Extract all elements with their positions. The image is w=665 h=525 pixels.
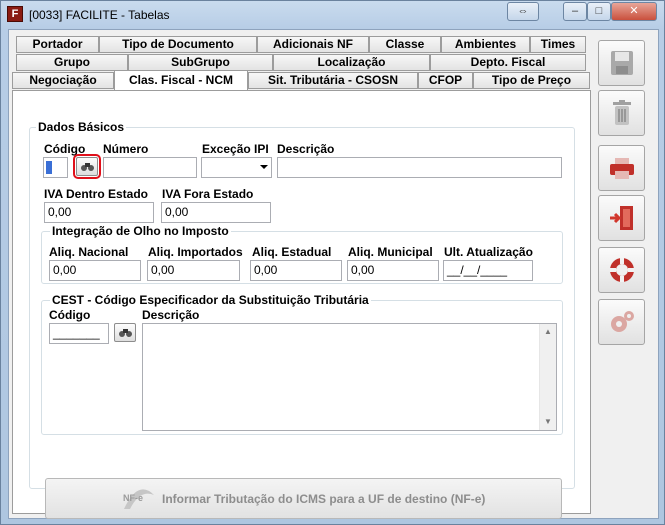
tab-row-2: Grupo SubGrupo Localização Depto. Fiscal	[12, 54, 591, 71]
cest-descricao-textarea[interactable]: ▲ ▼	[142, 323, 557, 431]
save-disk-icon	[611, 51, 633, 75]
tab-negociacao[interactable]: Negociação	[12, 72, 114, 89]
vertical-scrollbar[interactable]: ▲ ▼	[539, 324, 556, 430]
tab-subgrupo[interactable]: SubGrupo	[128, 54, 273, 71]
iva-dentro-label: IVA Dentro Estado	[44, 187, 149, 201]
help-button[interactable]	[598, 247, 645, 293]
save-button[interactable]	[598, 40, 645, 86]
numero-label: Número	[103, 142, 149, 156]
tab-adicionais-nf[interactable]: Adicionais NF	[257, 36, 369, 53]
tab-tipo-preco[interactable]: Tipo de Preço	[473, 72, 590, 89]
trash-icon	[613, 100, 631, 125]
excecao-ipi-label: Exceção IPI	[202, 142, 269, 156]
scroll-up-arrow-icon[interactable]: ▲	[540, 324, 556, 340]
close-button[interactable]: ✕	[611, 2, 657, 21]
iva-fora-input[interactable]: 0,00	[161, 202, 271, 223]
client-area: Portador Tipo de Documento Adicionais NF…	[8, 29, 659, 519]
aliq-municipal-input[interactable]: 0,00	[347, 260, 439, 281]
text-cursor	[46, 161, 52, 174]
tab-ambientes[interactable]: Ambientes	[441, 36, 530, 53]
aliq-municipal-label: Aliq. Municipal	[348, 245, 433, 259]
minimize-button[interactable]: –	[563, 2, 587, 21]
olho-imposto-group: Integração de Olho no Imposto Aliq. Naci…	[41, 224, 563, 284]
settings-gears-icon	[611, 311, 634, 332]
scroll-down-arrow-icon[interactable]: ▼	[540, 414, 556, 430]
iva-fora-label: IVA Fora Estado	[162, 187, 254, 201]
tab-grupo[interactable]: Grupo	[16, 54, 128, 71]
aliq-estadual-label: Aliq. Estadual	[252, 245, 332, 259]
tab-cfop[interactable]: CFOP	[418, 72, 473, 89]
delete-button[interactable]	[598, 90, 645, 136]
application-window: F [0033] FACILITE - Tabelas ⇔ – □ ✕ Port…	[0, 0, 665, 525]
tab-row-1: Portador Tipo de Documento Adicionais NF…	[12, 36, 591, 53]
exit-button[interactable]	[598, 195, 645, 241]
ncm-tab-panel: Dados Básicos Código Número Exceção IPI …	[12, 90, 591, 519]
codigo-label: Código	[44, 142, 86, 156]
informar-icms-label: Informar Tributação do ICMS para a UF de…	[162, 492, 486, 506]
excecao-ipi-select[interactable]	[201, 157, 272, 178]
cest-codigo-label: Código	[49, 308, 91, 322]
chevron-down-icon	[260, 165, 268, 169]
binoculars-icon	[119, 329, 132, 337]
tab-tipo-documento[interactable]: Tipo de Documento	[99, 36, 257, 53]
app-logo-icon[interactable]: F	[7, 6, 23, 22]
cest-descricao-label: Descrição	[142, 308, 200, 322]
tab-portador[interactable]: Portador	[16, 36, 99, 53]
tab-times[interactable]: Times	[530, 36, 586, 53]
codigo-input[interactable]	[43, 157, 68, 178]
tab-clas-fiscal-ncm[interactable]: Clas. Fiscal - NCM	[114, 70, 248, 90]
window-title: [0033] FACILITE - Tabelas	[29, 8, 170, 22]
olho-imposto-title: Integração de Olho no Imposto	[50, 224, 231, 238]
iva-dentro-input[interactable]: 0,00	[44, 202, 154, 223]
cest-codigo-input[interactable]: _______	[49, 323, 109, 344]
tab-localizacao[interactable]: Localização	[273, 54, 430, 71]
aliq-estadual-input[interactable]: 0,00	[250, 260, 342, 281]
nfe-logo-icon: NF-e	[123, 489, 154, 509]
settings-button[interactable]	[598, 299, 645, 345]
numero-input[interactable]	[103, 157, 197, 178]
dados-basicos-title: Dados Básicos	[36, 120, 127, 134]
print-icon	[610, 158, 634, 179]
descricao-label: Descrição	[277, 142, 335, 156]
ult-atualizacao-label: Ult. Atualização	[444, 245, 533, 259]
ult-atualizacao-input[interactable]: __/__/____	[443, 260, 533, 281]
descricao-input[interactable]	[277, 157, 562, 178]
codigo-search-button[interactable]	[73, 154, 101, 179]
tab-sit-tributaria-csosn[interactable]: Sit. Tributária - CSOSN	[248, 72, 418, 89]
cest-title: CEST - Código Especificador da Substitui…	[50, 293, 371, 307]
tab-classe[interactable]: Classe	[369, 36, 441, 53]
tab-depto-fiscal[interactable]: Depto. Fiscal	[430, 54, 586, 71]
exit-door-icon	[610, 206, 633, 230]
aliq-importados-label: Aliq. Importados	[148, 245, 243, 259]
title-bar[interactable]: F [0033] FACILITE - Tabelas ⇔ – □ ✕	[1, 1, 664, 29]
print-button[interactable]	[598, 145, 645, 191]
binoculars-icon	[81, 163, 94, 171]
tab-row-3: Negociação Clas. Fiscal - NCM Sit. Tribu…	[12, 70, 591, 90]
aliq-nacional-label: Aliq. Nacional	[49, 245, 129, 259]
nfe-logo-text: NF-e	[123, 493, 143, 503]
cest-group: CEST - Código Especificador da Substitui…	[41, 293, 563, 435]
dados-basicos-group: Dados Básicos Código Número Exceção IPI …	[29, 120, 575, 519]
restore-arrows-button[interactable]: ⇔	[507, 2, 539, 21]
help-lifebuoy-icon	[610, 258, 634, 282]
aliq-nacional-input[interactable]: 0,00	[49, 260, 141, 281]
cest-search-button[interactable]	[114, 323, 136, 342]
maximize-button[interactable]: □	[587, 2, 611, 21]
aliq-importados-input[interactable]: 0,00	[147, 260, 240, 281]
informar-icms-uf-destino-button[interactable]: NF-e Informar Tributação do ICMS para a …	[45, 478, 562, 519]
